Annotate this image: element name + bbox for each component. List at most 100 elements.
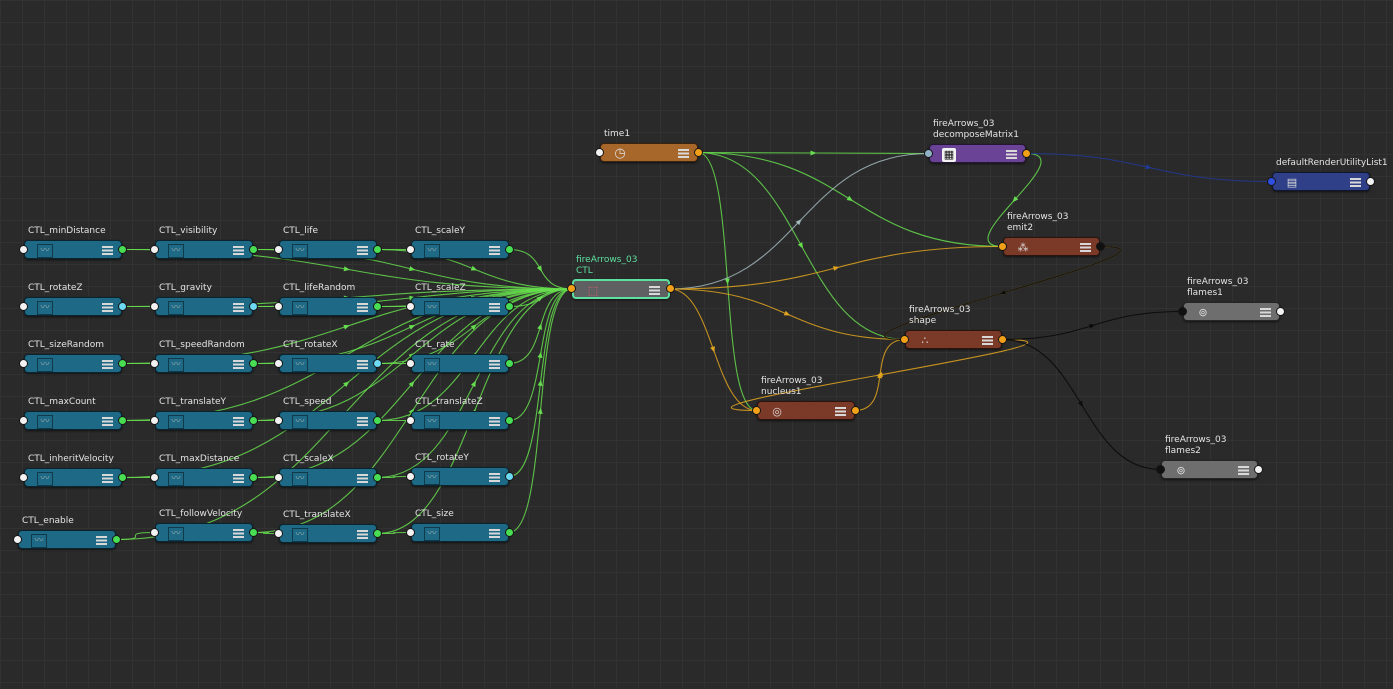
output-port[interactable] <box>373 529 382 538</box>
node-ctl-visibility[interactable]: CTL_visibility 〰 <box>150 226 258 259</box>
connection-wire[interactable] <box>508 288 573 365</box>
node-ctl-rotateY[interactable]: CTL_rotateY 〰 <box>406 453 514 486</box>
output-port[interactable] <box>505 416 514 425</box>
connection-wire[interactable] <box>376 288 573 479</box>
node-body[interactable]: 〰 <box>279 468 377 487</box>
connection-wire[interactable] <box>508 288 573 308</box>
node-body[interactable]: 〰 <box>411 411 509 430</box>
input-port[interactable] <box>150 473 159 482</box>
output-port[interactable] <box>112 535 121 544</box>
node-menu-icon[interactable] <box>357 360 368 369</box>
input-port[interactable] <box>274 473 283 482</box>
connection-wire[interactable] <box>252 288 573 479</box>
output-port[interactable] <box>998 335 1007 344</box>
connection-wire[interactable] <box>669 288 758 412</box>
output-port[interactable] <box>694 148 703 157</box>
output-port[interactable] <box>1366 177 1375 186</box>
node-body[interactable]: 〰 <box>411 297 509 316</box>
node-menu-icon[interactable] <box>489 360 500 369</box>
node-editor-canvas[interactable]: CTL_minDistance 〰 CTL_visibility 〰 CTL_life 〰… <box>0 0 1393 689</box>
output-port[interactable] <box>249 245 258 254</box>
node-body[interactable]: 〰 <box>155 468 253 487</box>
node-menu-icon[interactable] <box>233 360 244 369</box>
output-port[interactable] <box>118 416 127 425</box>
node-ctl-rotateZ[interactable]: CTL_rotateZ 〰 <box>19 283 127 316</box>
output-port[interactable] <box>1254 465 1263 474</box>
node-ctl-inheritVelocity[interactable]: CTL_inheritVelocity 〰 <box>19 454 127 487</box>
node-menu-icon[interactable] <box>1260 308 1271 317</box>
connection-wire[interactable] <box>854 338 906 412</box>
node-time1[interactable]: time1 ◷ <box>595 129 703 162</box>
input-port[interactable] <box>406 528 415 537</box>
output-port[interactable] <box>851 406 860 415</box>
node-menu-icon[interactable] <box>102 246 113 255</box>
node-menu-icon[interactable] <box>357 417 368 426</box>
node-menu-icon[interactable] <box>102 417 113 426</box>
output-port[interactable] <box>118 302 127 311</box>
node-menu-icon[interactable] <box>489 417 500 426</box>
node-menu-icon[interactable] <box>357 530 368 539</box>
output-port[interactable] <box>505 528 514 537</box>
input-port[interactable] <box>274 529 283 538</box>
node-body[interactable]: 〰 <box>24 468 122 487</box>
connection-wire[interactable] <box>697 151 1004 248</box>
input-port[interactable] <box>19 473 28 482</box>
connection-wire[interactable] <box>697 151 906 341</box>
node-shape[interactable]: fireArrows_03 shape ∴ <box>900 305 1007 349</box>
input-port[interactable] <box>406 245 415 254</box>
input-port[interactable] <box>595 148 604 157</box>
node-body[interactable]: ⁂ <box>1003 237 1100 256</box>
node-body[interactable]: 〰 <box>24 411 122 430</box>
node-menu-icon[interactable] <box>489 303 500 312</box>
input-port[interactable] <box>900 335 909 344</box>
connection-wire[interactable] <box>697 151 930 155</box>
input-port[interactable] <box>274 359 283 368</box>
input-port[interactable] <box>752 406 761 415</box>
node-body[interactable]: 〰 <box>411 354 509 373</box>
node-body[interactable]: 〰 <box>24 354 122 373</box>
node-ctl-rotateX[interactable]: CTL_rotateX 〰 <box>274 340 382 373</box>
node-ctl-sizeRandom[interactable]: CTL_sizeRandom 〰 <box>19 340 127 373</box>
node-ctl-minDistance[interactable]: CTL_minDistance 〰 <box>19 226 127 259</box>
node-ctl-gravity[interactable]: CTL_gravity 〰 <box>150 283 258 316</box>
node-menu-icon[interactable] <box>835 407 846 416</box>
node-menu-icon[interactable] <box>233 246 244 255</box>
output-port[interactable] <box>505 245 514 254</box>
node-menu-icon[interactable] <box>233 417 244 426</box>
node-body[interactable]: 〰 <box>279 524 377 543</box>
node-menu-icon[interactable] <box>489 246 500 255</box>
node-body[interactable]: 〰 <box>18 530 116 549</box>
node-menu-icon[interactable] <box>489 473 500 482</box>
input-port[interactable] <box>406 302 415 311</box>
input-port[interactable] <box>13 535 22 544</box>
node-menu-icon[interactable] <box>102 360 113 369</box>
output-port[interactable] <box>118 245 127 254</box>
node-menu-icon[interactable] <box>678 149 689 158</box>
node-ctl-followVelocity[interactable]: CTL_followVelocity 〰 <box>150 509 258 542</box>
node-ctl-hub[interactable]: fireArrows_03 CTL ⬚ <box>567 255 675 299</box>
node-menu-icon[interactable] <box>233 303 244 312</box>
connection-wire[interactable] <box>121 288 573 479</box>
node-body[interactable]: 〰 <box>155 297 253 316</box>
connection-wire[interactable] <box>669 152 930 290</box>
input-port[interactable] <box>406 359 415 368</box>
input-port[interactable] <box>274 416 283 425</box>
node-ctl-maxCount[interactable]: CTL_maxCount 〰 <box>19 397 127 430</box>
node-ctl-enable[interactable]: CTL_enable 〰 <box>13 516 121 549</box>
output-port[interactable] <box>118 473 127 482</box>
node-body[interactable]: 〰 <box>411 523 509 542</box>
output-port[interactable] <box>118 359 127 368</box>
node-flames2[interactable]: fireArrows_03 flames2 ⊚ <box>1156 435 1263 479</box>
input-port[interactable] <box>150 245 159 254</box>
input-port[interactable] <box>998 242 1007 251</box>
node-emit2[interactable]: fireArrows_03 emit2 ⁂ <box>998 212 1105 256</box>
connection-wire[interactable] <box>508 288 573 478</box>
input-port[interactable] <box>924 149 933 158</box>
node-flames1[interactable]: fireArrows_03 flames1 ⊚ <box>1178 277 1285 321</box>
input-port[interactable] <box>1178 307 1187 316</box>
output-port[interactable] <box>373 302 382 311</box>
input-port[interactable] <box>19 302 28 311</box>
node-body[interactable]: ▤ <box>1272 172 1370 191</box>
node-ctl-maxDistance[interactable]: CTL_maxDistance 〰 <box>150 454 258 487</box>
node-body[interactable]: 〰 <box>411 467 509 486</box>
